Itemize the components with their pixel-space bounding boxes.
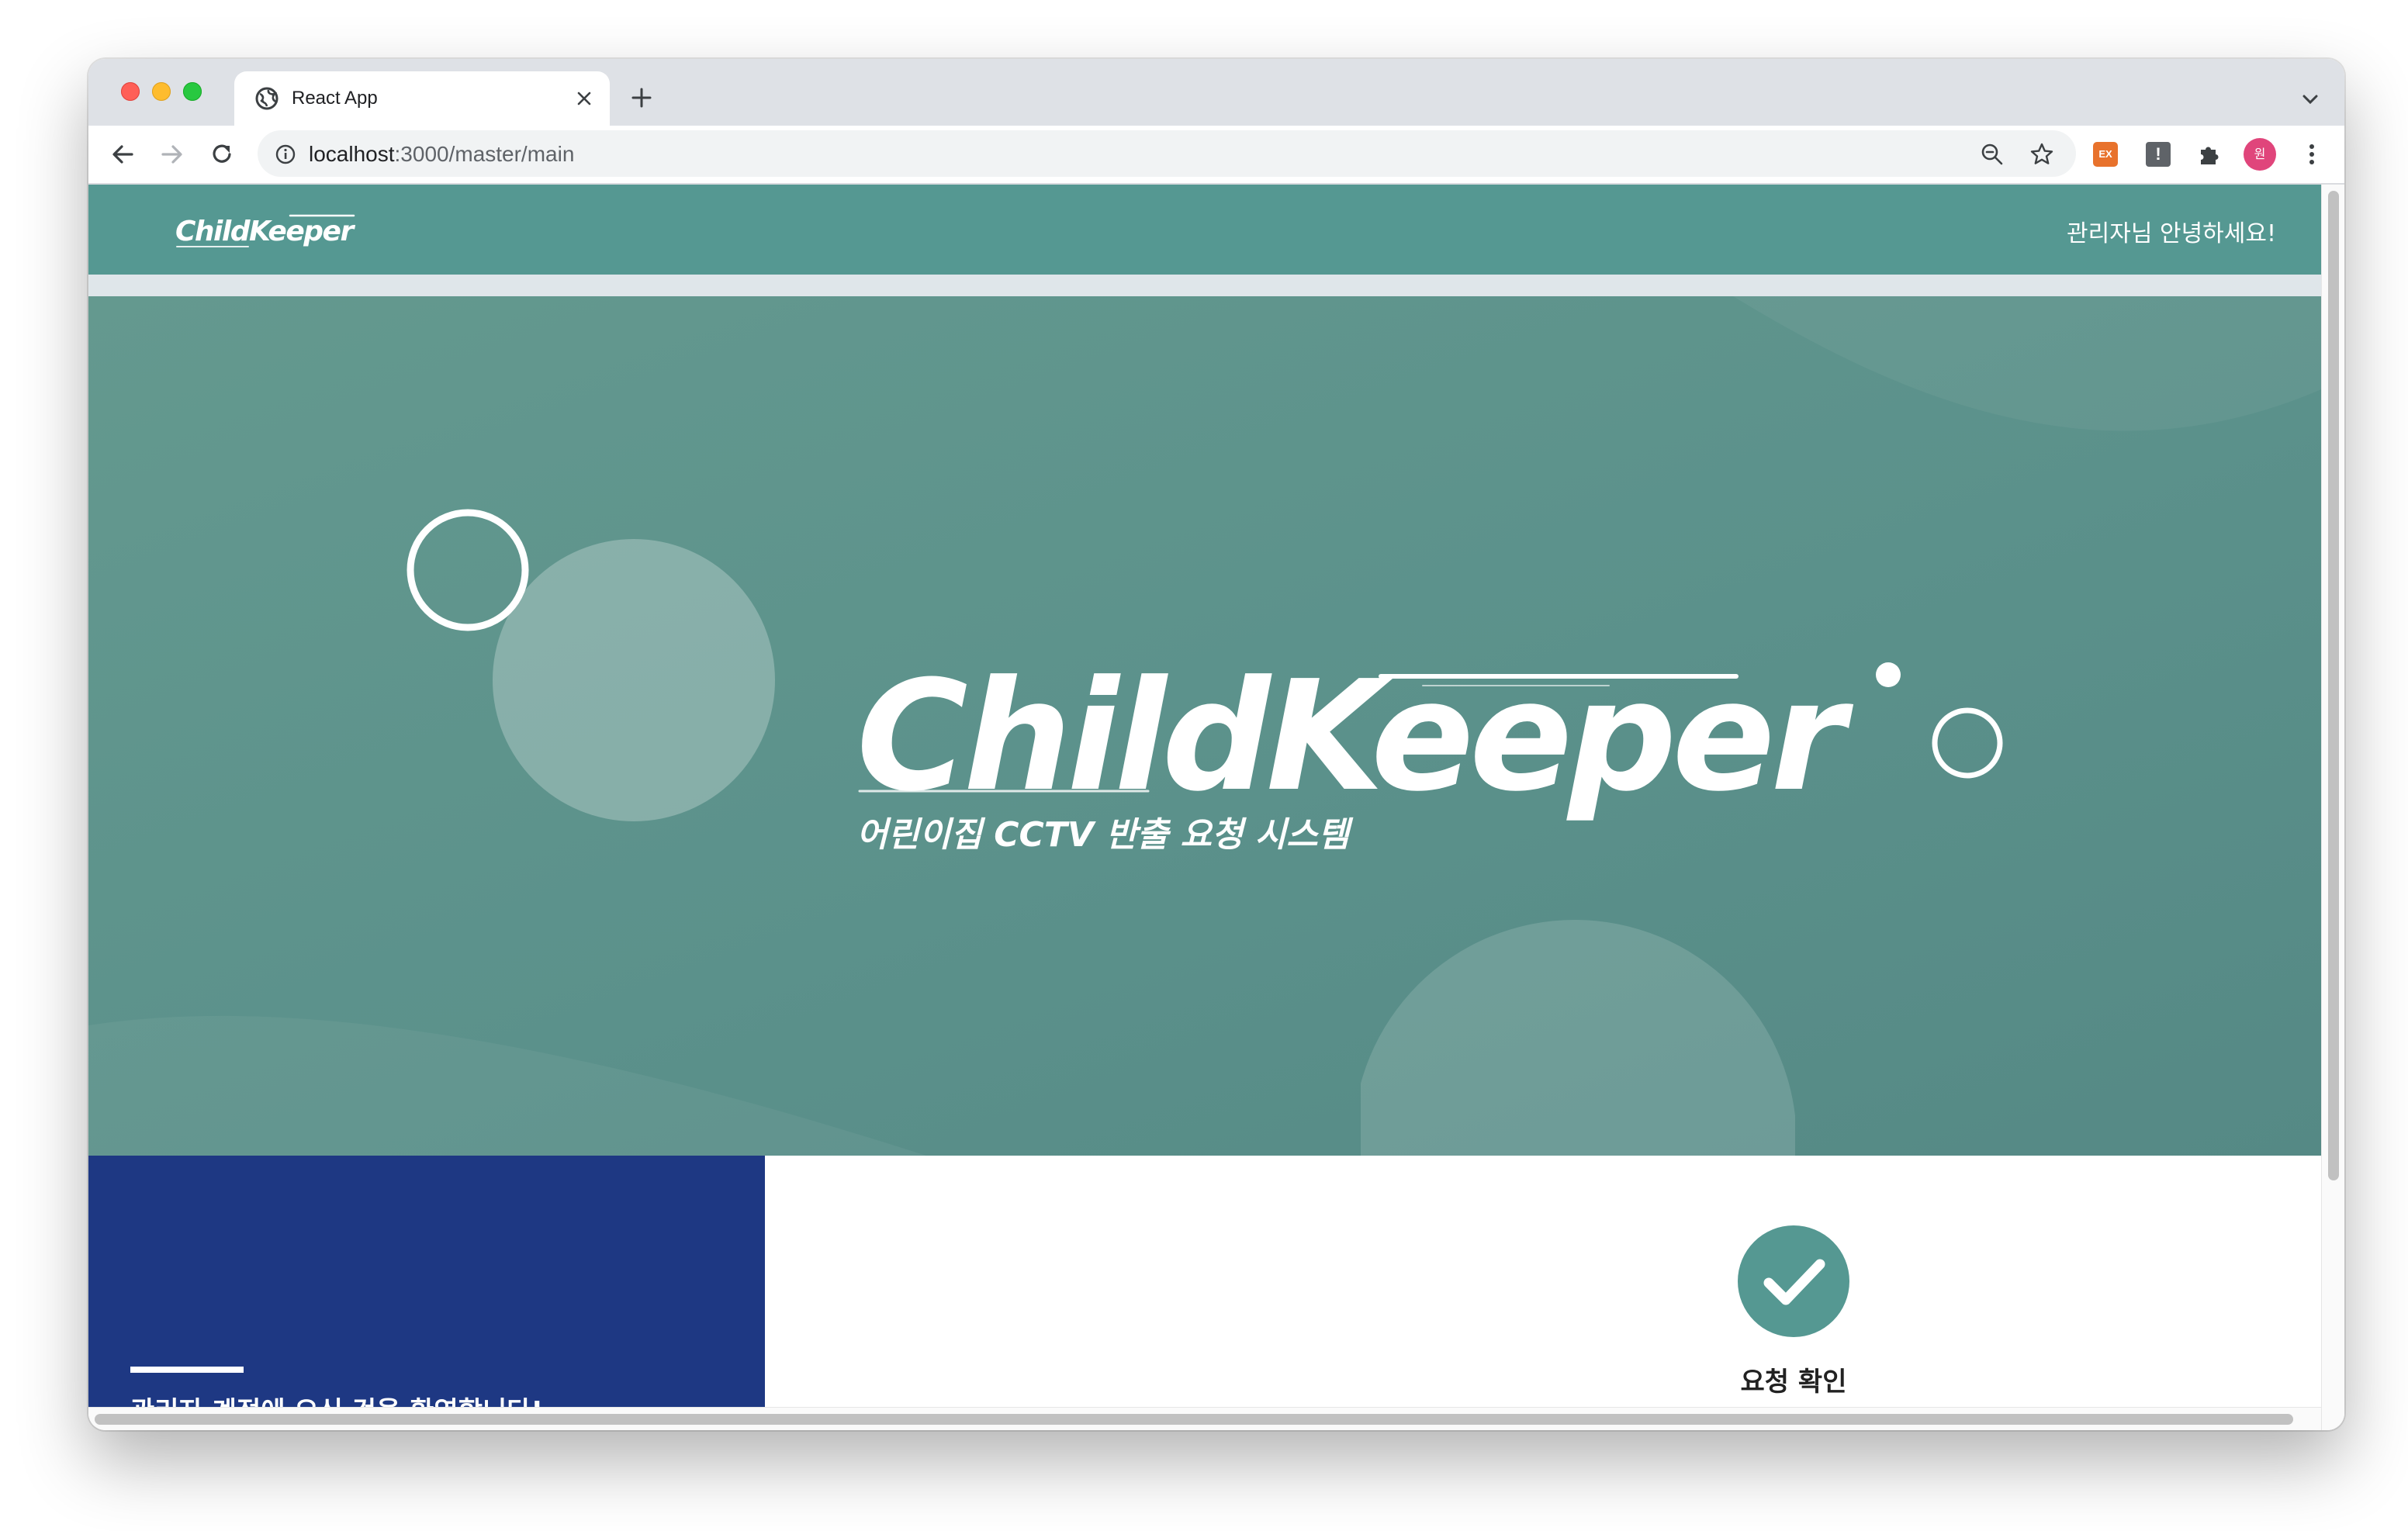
close-tab-icon[interactable] — [574, 88, 594, 109]
url-host: localhost — [309, 142, 395, 166]
maximize-window-button[interactable] — [183, 82, 202, 101]
hero-banner: ChildKeeper 어린이집 CCTV 반출 요청 시스템 — [88, 296, 2321, 1156]
vertical-scrollbar[interactable] — [2321, 185, 2344, 1430]
app-header: ChildKeeper 관리자님 안녕하세요! — [88, 185, 2321, 275]
tab-title: React App — [292, 88, 378, 109]
dot-decoration — [1876, 662, 1901, 687]
star-icon[interactable] — [2029, 142, 2054, 167]
childkeeper-logo[interactable]: ChildKeeper — [174, 205, 360, 256]
back-arrow-icon[interactable] — [109, 140, 137, 168]
horizontal-scroll-thumb[interactable] — [95, 1414, 2293, 1425]
new-tab-icon[interactable] — [628, 85, 655, 111]
puzzle-icon[interactable] — [2197, 142, 2222, 167]
address-bar[interactable]: localhost:3000/master/main — [258, 130, 2076, 177]
extension-ex-icon[interactable]: EX — [2093, 142, 2118, 167]
hero-title-speedline — [1379, 674, 1739, 686]
forward-arrow-icon[interactable] — [158, 140, 186, 168]
url-text: localhost:3000/master/main — [309, 142, 574, 167]
feature-panel: 요청 확인 — [765, 1156, 2321, 1407]
tab-strip: React App — [88, 59, 2344, 126]
greeting-text: 관리자님 안녕하세요! — [2067, 220, 2276, 247]
check-icon — [1763, 1259, 1825, 1305]
page-viewport: ChildKeeper 관리자님 안녕하세요! ChildKeeper 어린이집… — [88, 185, 2344, 1430]
browser-toolbar: localhost:3000/master/main EX ! 원 — [88, 126, 2344, 185]
logo-text: ChildKeeper — [175, 216, 355, 247]
welcome-text: 관리자 계정에 오신 것을 환영합니다! — [130, 1390, 543, 1407]
url-path: :3000/master/main — [394, 142, 575, 166]
info-icon[interactable] — [275, 143, 296, 165]
browser-window: React App localhost:3000/master/main EX … — [88, 59, 2344, 1430]
close-window-button[interactable] — [121, 82, 140, 101]
reload-icon[interactable] — [208, 140, 236, 168]
page-content: ChildKeeper 관리자님 안녕하세요! ChildKeeper 어린이집… — [88, 185, 2321, 1407]
browser-tab[interactable]: React App — [234, 71, 610, 126]
hero-subtitle: 어린이집 CCTV 반출 요청 시스템 — [856, 815, 1350, 855]
request-check-label[interactable]: 요청 확인 — [1700, 1360, 1887, 1398]
half-bubble-decoration — [1361, 920, 1795, 1156]
ring-decoration — [407, 509, 529, 631]
horizontal-scrollbar[interactable] — [88, 1407, 2321, 1430]
vertical-scroll-thumb[interactable] — [2328, 191, 2339, 1180]
request-check-button[interactable] — [1738, 1225, 1849, 1337]
extension-alert-icon[interactable]: ! — [2146, 142, 2171, 167]
dashboard-section: 관리자 계정에 오신 것을 환영합니다! 요청 확인 — [88, 1156, 2321, 1407]
small-ring-decoration — [1932, 707, 2003, 779]
header-divider — [88, 275, 2321, 296]
hero-title-underline — [858, 790, 1150, 793]
welcome-rule — [130, 1367, 244, 1373]
minimize-window-button[interactable] — [152, 82, 171, 101]
profile-avatar[interactable]: 원 — [2244, 138, 2276, 171]
chevron-down-icon[interactable] — [2299, 88, 2321, 110]
globe-icon — [255, 87, 279, 110]
more-vert-icon[interactable] — [2302, 140, 2321, 168]
welcome-panel: 관리자 계정에 오신 것을 환영합니다! — [88, 1156, 765, 1407]
zoom-icon[interactable] — [1980, 142, 2005, 167]
